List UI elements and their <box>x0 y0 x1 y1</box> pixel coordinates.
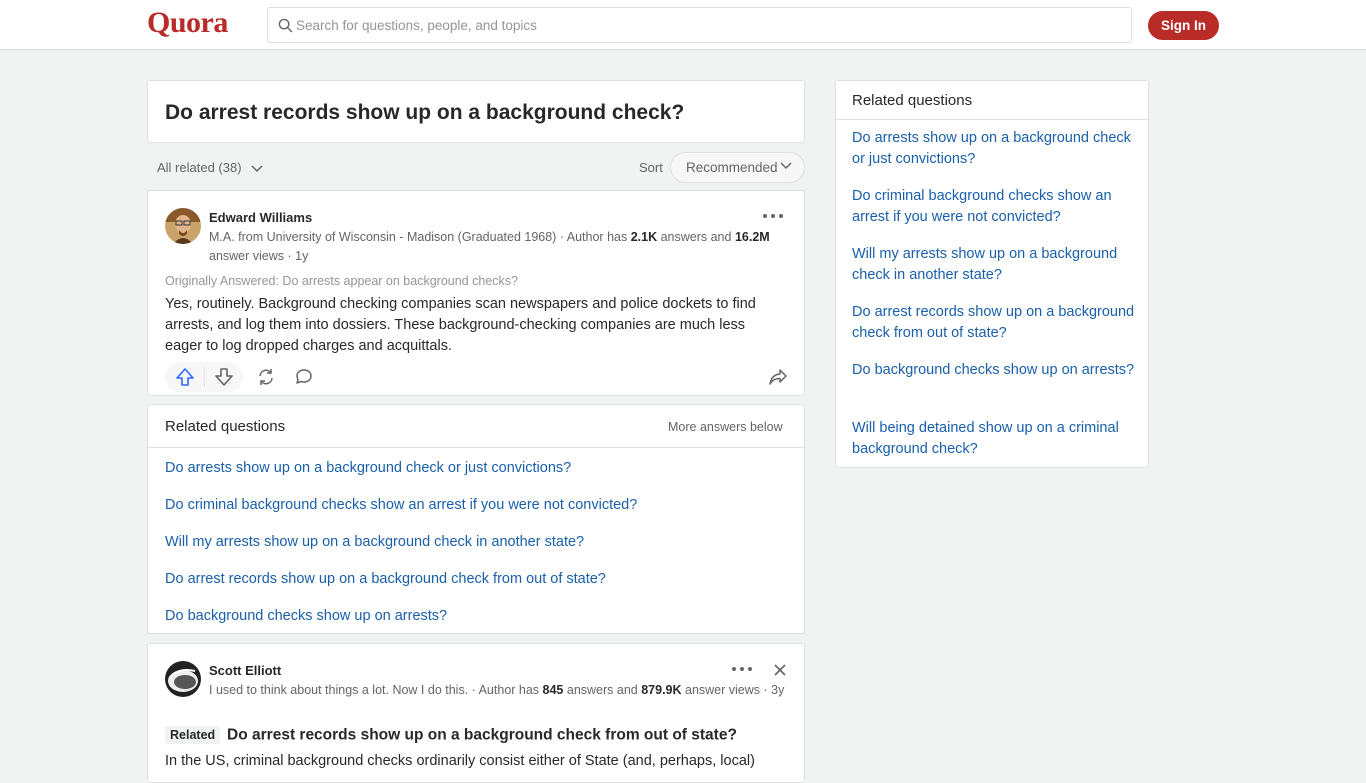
share-reshare-icon[interactable] <box>257 368 275 386</box>
vote-group <box>165 362 243 392</box>
downvote-icon[interactable] <box>214 368 234 386</box>
answer-body: In the US, criminal background checks or… <box>165 753 755 769</box>
related-questions-list: Do arrests show up on a background check… <box>165 458 637 643</box>
vote-divider <box>204 367 205 387</box>
sidebar-question-link[interactable]: Do background checks show up on arrests? <box>852 360 1137 418</box>
originally-answered[interactable]: Originally Answered: Do arrests appear o… <box>165 274 518 288</box>
answers-count: 2.1K <box>630 230 658 244</box>
related-question-title[interactable]: Do arrest records show up on a backgroun… <box>227 726 737 743</box>
sign-in-button[interactable]: Sign In <box>1148 11 1219 40</box>
related-question-link[interactable]: Do background checks show up on arrests? <box>165 606 637 643</box>
sort-value: Recommended <box>686 160 778 175</box>
search-box[interactable] <box>267 7 1132 43</box>
close-icon[interactable] <box>773 663 787 677</box>
credential-text: answers and <box>657 230 735 244</box>
related-badge: Related <box>165 726 221 745</box>
author-name[interactable]: Edward Williams <box>209 210 312 225</box>
more-options-icon[interactable] <box>761 209 785 223</box>
sidebar-question-link[interactable]: Do arrests show up on a background check… <box>852 128 1137 186</box>
avatar[interactable] <box>165 661 201 697</box>
views-count: 16.2M <box>734 230 770 244</box>
credential-text: answers and <box>563 683 642 697</box>
related-question-link[interactable]: Do arrests show up on a background check… <box>165 458 637 495</box>
answer-body: Yes, routinely. Background checking comp… <box>165 296 756 354</box>
related-question-link[interactable]: Will my arrests show up on a background … <box>165 532 637 569</box>
sidebar-question-list: Do arrests show up on a background check… <box>852 128 1137 476</box>
sort-dropdown[interactable]: Recommended <box>670 152 805 183</box>
credential-text: I used to think about things a lot. Now … <box>209 683 543 697</box>
search-input[interactable] <box>296 8 1116 42</box>
avatar[interactable] <box>165 208 201 244</box>
comment-icon[interactable] <box>295 368 313 386</box>
related-questions-title: Related questions <box>165 418 286 435</box>
answer-card: Edward Williams M.A. from University of … <box>147 190 805 396</box>
credential-text: M.A. from University of Wisconsin - Madi… <box>209 230 631 244</box>
chevron-down-icon <box>780 162 792 170</box>
answers-count: 845 <box>542 683 564 697</box>
credential-text: answer views · 3y <box>681 683 785 697</box>
related-question-link[interactable]: Do arrest records show up on a backgroun… <box>165 569 637 606</box>
share-icon[interactable] <box>769 368 787 386</box>
more-answers-below: More answers below <box>668 420 783 434</box>
question-card: Do arrest records show up on a backgroun… <box>147 80 805 143</box>
author-name[interactable]: Scott Elliott <box>209 663 281 678</box>
more-options-icon[interactable] <box>730 662 754 676</box>
author-credential: I used to think about things a lot. Now … <box>209 681 794 700</box>
top-header: Quora Sign In <box>0 0 1366 50</box>
sidebar-question-link[interactable]: Do arrest records show up on a backgroun… <box>852 302 1137 360</box>
upvote-icon[interactable] <box>175 368 195 386</box>
quora-logo[interactable]: Quora <box>147 6 228 40</box>
filter-bar: All related (38) Sort Recommended <box>147 152 805 184</box>
sidebar-title: Related questions <box>852 92 973 109</box>
all-related-dropdown[interactable]: All related (38) <box>157 160 263 175</box>
author-credential: M.A. from University of Wisconsin - Madi… <box>209 228 794 266</box>
sidebar-question-link[interactable]: Will my arrests show up on a background … <box>852 244 1137 302</box>
related-questions-header: Related questions More answers below <box>148 405 804 448</box>
chevron-down-icon <box>251 165 263 172</box>
sidebar-question-link[interactable]: Will being detained show up on a crimina… <box>852 418 1137 476</box>
sidebar-question-link[interactable]: Do criminal background checks show an ar… <box>852 186 1137 244</box>
sort-label: Sort <box>639 160 663 175</box>
related-questions-card: Related questions More answers below Do … <box>147 404 805 634</box>
views-count: 879.9K <box>641 683 682 697</box>
related-question-row: Related Do arrest records show up on a b… <box>165 726 795 745</box>
answer-card: Scott Elliott I used to think about thin… <box>147 643 805 783</box>
sidebar-related-questions: Related questions Do arrests show up on … <box>835 80 1149 468</box>
sidebar-header: Related questions <box>836 81 1148 120</box>
credential-text: answer views · 1y <box>209 249 309 263</box>
related-question-link[interactable]: Do criminal background checks show an ar… <box>165 495 637 532</box>
all-related-label: All related (38) <box>157 160 242 175</box>
search-icon <box>278 18 293 33</box>
question-title: Do arrest records show up on a backgroun… <box>165 101 685 124</box>
